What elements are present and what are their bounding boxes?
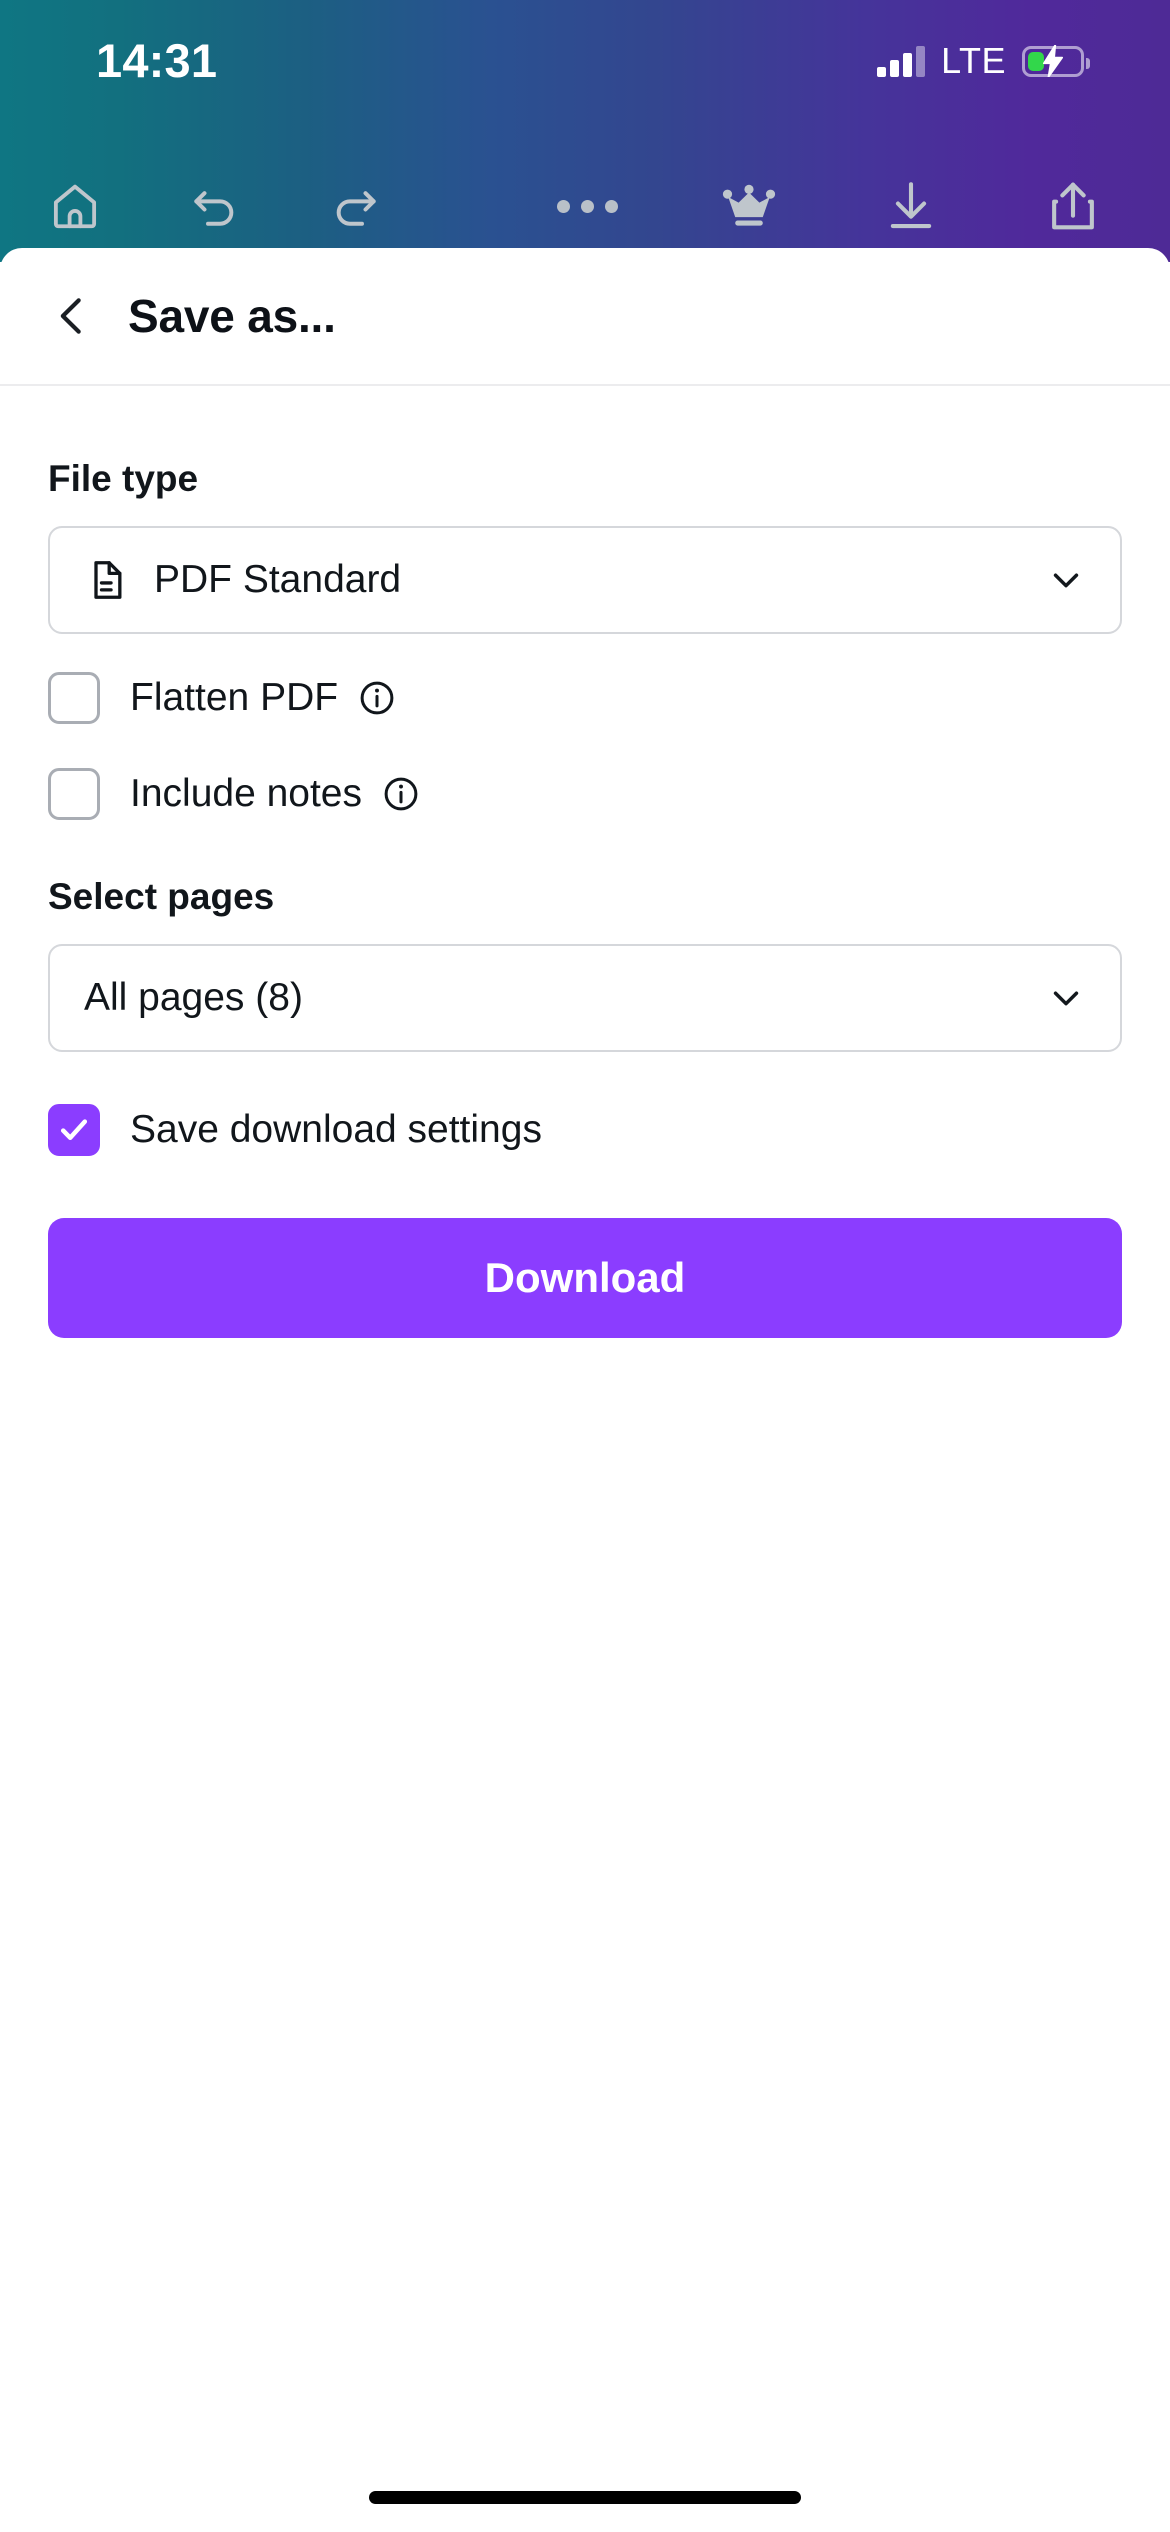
toolbar-right-group: [556, 175, 1104, 237]
home-icon[interactable]: [44, 175, 106, 237]
toolbar-left-group: [44, 175, 386, 237]
include-notes-row[interactable]: Include notes: [48, 746, 1122, 842]
flatten-pdf-row[interactable]: Flatten PDF: [48, 650, 1122, 746]
app-chrome: 14:31 LTE: [0, 0, 1170, 262]
undo-icon[interactable]: [184, 175, 246, 237]
status-indicators: LTE: [877, 40, 1090, 82]
info-circle-icon[interactable]: [382, 775, 420, 813]
select-pages-select[interactable]: All pages (8): [48, 944, 1122, 1052]
redo-icon[interactable]: [324, 175, 386, 237]
flatten-pdf-label: Flatten PDF: [130, 676, 339, 719]
flatten-pdf-checkbox[interactable]: [48, 672, 100, 724]
charging-bolt-icon: [1043, 45, 1063, 77]
status-time: 14:31: [96, 33, 218, 87]
include-notes-checkbox[interactable]: [48, 768, 100, 820]
download-icon[interactable]: [880, 175, 942, 237]
chevron-down-icon: [1046, 978, 1086, 1018]
battery-charging-icon: [1022, 45, 1090, 77]
mobile-screen: 14:31 LTE Save as... File type PDF Stand…: [0, 0, 1170, 2532]
save-download-settings-checkbox[interactable]: [48, 1104, 100, 1156]
info-circle-icon[interactable]: [358, 679, 396, 717]
download-button[interactable]: Download: [48, 1218, 1122, 1338]
save-as-panel: Save as... File type PDF Standard Flatte…: [0, 248, 1170, 2532]
share-icon[interactable]: [1042, 175, 1104, 237]
file-type-value: PDF Standard: [154, 558, 402, 601]
save-download-settings-label: Save download settings: [130, 1108, 542, 1151]
editor-toolbar: [0, 150, 1170, 262]
file-type-select[interactable]: PDF Standard: [48, 526, 1122, 634]
crown-icon[interactable]: [718, 175, 780, 237]
status-bar: 14:31 LTE: [0, 0, 1170, 108]
chevron-down-icon: [1046, 560, 1086, 600]
select-pages-value: All pages (8): [84, 976, 303, 1019]
home-indicator[interactable]: [369, 2491, 801, 2504]
include-notes-label: Include notes: [130, 772, 363, 815]
save-download-settings-row[interactable]: Save download settings: [48, 1078, 1122, 1182]
document-file-icon: [84, 557, 130, 603]
page-header: Save as...: [0, 248, 1170, 386]
signal-bars-icon: [877, 45, 926, 77]
page-title: Save as...: [128, 290, 336, 342]
settings-content: File type PDF Standard Flatten PDF Inclu…: [0, 458, 1170, 1338]
more-options-icon[interactable]: [556, 175, 618, 237]
checkmark-icon: [60, 1119, 88, 1141]
file-type-label: File type: [48, 458, 199, 499]
chevron-left-icon[interactable]: [40, 284, 104, 348]
network-type-label: LTE: [941, 40, 1006, 81]
select-pages-label: Select pages: [48, 876, 275, 917]
